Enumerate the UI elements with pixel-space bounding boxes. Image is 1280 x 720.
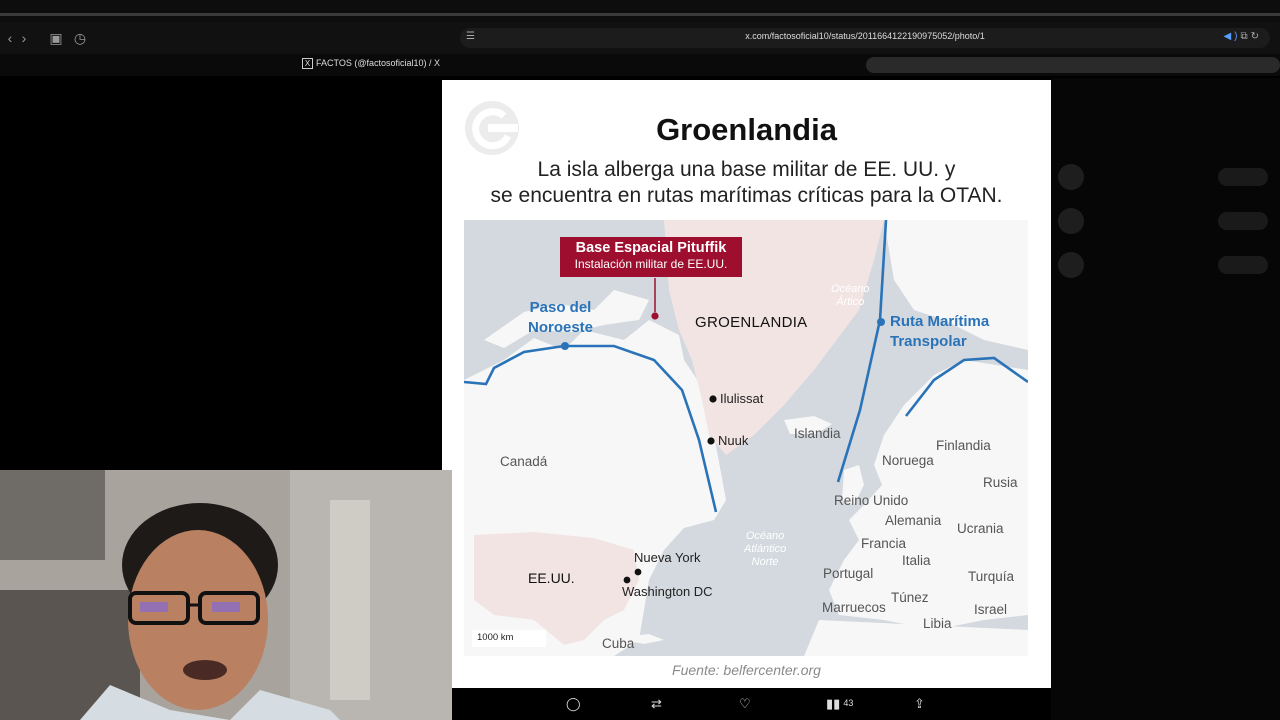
post-actions: ◯ ⇄ ♡ ▮▮ 43 ⇪ — [452, 692, 1052, 716]
country-label: Finlandia — [936, 438, 991, 453]
base-title: Base Espacial Pituffik — [575, 240, 727, 256]
views-icon: ▮▮ — [826, 696, 841, 711]
base-subtitle: Instalación militar de EE.UU. — [574, 257, 728, 271]
reply-icon[interactable]: ◯ — [566, 696, 581, 712]
country-label: Canadá — [500, 454, 548, 469]
loading-bar — [0, 13, 1280, 16]
image-subtitle: La isla alberga una base militar de EE. … — [442, 157, 1051, 209]
tab-factos[interactable]: X FACTOS (@factosoficial10) / X — [302, 58, 440, 69]
label-greenland: GROENLANDIA — [695, 314, 808, 331]
country-label: Cuba — [602, 636, 635, 651]
route-label-northwest: Paso del Noroeste — [528, 298, 593, 338]
country-label: Túnez — [891, 590, 929, 605]
avatar — [1058, 208, 1084, 234]
route-label-line: Transpolar — [890, 333, 967, 350]
post-image[interactable]: Groenlandia La isla alberga una base mil… — [442, 80, 1051, 688]
scale-bar: 1000 km — [472, 630, 546, 647]
presenter-video — [0, 470, 452, 720]
tab-scroll-area — [866, 57, 1280, 73]
country-label: Israel — [974, 602, 1008, 617]
country-label: EE.UU. — [528, 570, 575, 586]
ocean-label-line: Ártico — [836, 296, 865, 308]
country-label: Alemania — [885, 513, 942, 528]
country-label: Rusia — [983, 475, 1018, 490]
reload-icon[interactable]: ↻ — [1251, 31, 1262, 42]
country-label: Islandia — [794, 426, 841, 441]
views-button[interactable]: ▮▮ 43 — [826, 696, 853, 712]
suggested-user — [1058, 164, 1268, 190]
translate-icon[interactable]: ⧉ — [1240, 31, 1250, 42]
country-label: Reino Unido — [834, 493, 909, 508]
forward-icon[interactable]: › — [14, 28, 34, 48]
views-count: 43 — [843, 698, 854, 708]
city-label: Nueva York — [634, 550, 701, 565]
tab-title: FACTOS (@factosoficial10) / X — [316, 58, 441, 68]
share-icon[interactable]: ⇪ — [914, 696, 925, 712]
tab-overview-icon[interactable]: ▣ — [46, 28, 66, 48]
avatar — [1058, 252, 1084, 278]
route-label-line: Noroeste — [528, 319, 594, 336]
address-bar[interactable]: ☰ x.com/factosoficial10/status/201166412… — [460, 28, 1270, 48]
repost-icon[interactable]: ⇄ — [651, 696, 662, 712]
country-label: Libia — [923, 616, 952, 631]
country-label: Noruega — [882, 453, 934, 468]
history-icon[interactable]: ◷ — [70, 28, 90, 48]
route-label-transpolar: Ruta Marítima Transpolar — [890, 312, 989, 352]
country-label: Francia — [861, 536, 907, 551]
subtitle-line: La isla alberga una base militar de EE. … — [537, 158, 956, 181]
suggested-user — [1058, 252, 1268, 278]
ocean-label-line: Océano — [745, 530, 785, 542]
follow-button[interactable] — [1218, 256, 1268, 274]
country-label: Portugal — [823, 566, 874, 581]
webcam-overlay — [0, 470, 452, 720]
source-caption: Fuente: belfercenter.org — [672, 662, 821, 678]
ocean-label-line: Atlántico — [744, 543, 787, 555]
avatar — [1058, 164, 1084, 190]
country-label: Turquía — [968, 569, 1015, 584]
city-label: Ilulissat — [720, 391, 764, 406]
country-label: Marruecos — [822, 600, 886, 615]
volume-icon[interactable]: ◀) — [1223, 31, 1240, 42]
url-text: x.com/factosoficial10/status/20116641221… — [745, 31, 985, 41]
map: Base Espacial Pituffik Instalación milit… — [464, 220, 1028, 656]
route-label-line: Paso del — [529, 299, 592, 316]
country-label: Ucrania — [957, 521, 1004, 536]
address-bar-actions: ◀)⧉↻ — [1223, 31, 1262, 42]
country-label: Italia — [902, 553, 931, 568]
route-label-line: Ruta Marítima — [890, 313, 990, 330]
ocean-label-arctic: Océano Ártico — [831, 283, 870, 309]
browser-titlebar — [0, 0, 1280, 22]
follow-button[interactable] — [1218, 168, 1268, 186]
city-label: Nuuk — [718, 433, 749, 448]
ocean-label-line: Océano — [831, 283, 870, 295]
suggested-user — [1058, 208, 1268, 234]
x-logo-icon: X — [302, 58, 313, 69]
subtitle-line: se encuentra en rutas marítimas críticas… — [490, 184, 1003, 207]
ocean-label-line: Norte — [751, 556, 779, 568]
ocean-label-atlantic: Océano Atlántico Norte — [744, 530, 786, 569]
image-title: Groenlandia — [656, 112, 837, 147]
base-label: Base Espacial Pituffik Instalación milit… — [560, 237, 742, 277]
city-label: Washington DC — [622, 584, 713, 599]
follow-button[interactable] — [1218, 212, 1268, 230]
like-icon[interactable]: ♡ — [739, 696, 751, 712]
